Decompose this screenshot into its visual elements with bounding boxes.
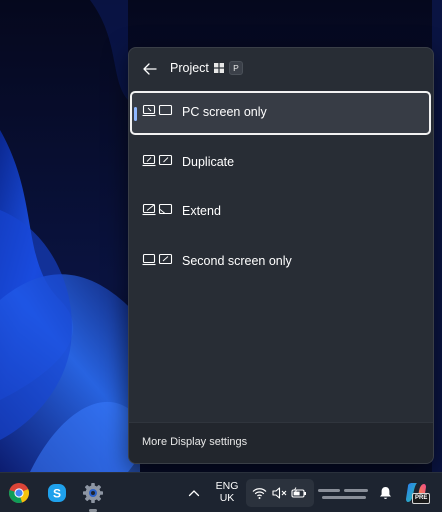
- wifi-icon: [251, 486, 267, 500]
- flyout-footer: More Display settings: [129, 422, 433, 463]
- show-hidden-icons-button[interactable]: [186, 485, 202, 501]
- taskbar-app-chrome[interactable]: [7, 481, 31, 505]
- taskbar: S ENG UK PRE: [0, 472, 442, 512]
- shortcut-key-badge: P: [229, 61, 243, 75]
- taskbar-app-skype[interactable]: S: [45, 481, 69, 505]
- second-screen-only-icon: [142, 253, 173, 266]
- more-display-settings-link[interactable]: More Display settings: [142, 436, 247, 448]
- option-label: Extend: [182, 204, 221, 218]
- option-pc-screen-only[interactable]: PC screen only: [130, 91, 431, 135]
- chevron-up-icon: [188, 490, 200, 497]
- back-button[interactable]: [139, 59, 161, 79]
- extend-icon: [142, 203, 173, 216]
- option-label: Second screen only: [182, 254, 292, 268]
- battery-icon: [291, 486, 307, 500]
- pc-screen-only-icon: [142, 104, 173, 117]
- bell-icon: [379, 487, 391, 500]
- settings-icon: [83, 483, 103, 503]
- language-code: ENG: [215, 480, 239, 492]
- preview-badge: PRE: [412, 493, 431, 504]
- quick-settings-button[interactable]: [246, 479, 314, 507]
- language-region: UK: [219, 492, 235, 504]
- option-second-screen-only[interactable]: Second screen only: [130, 240, 431, 284]
- project-flyout: Project P PC screen only Duplicate Exten…: [128, 47, 434, 464]
- notifications-button[interactable]: [377, 485, 393, 501]
- windows-key-icon: [213, 62, 225, 74]
- flyout-title: Project: [170, 61, 209, 75]
- language-indicator[interactable]: ENG UK: [214, 480, 240, 504]
- clock-area[interactable]: [318, 487, 370, 501]
- svg-text:S: S: [53, 487, 61, 501]
- chrome-icon: [9, 483, 30, 503]
- taskbar-app-settings[interactable]: [81, 481, 105, 505]
- duplicate-icon: [142, 154, 173, 167]
- option-label: Duplicate: [182, 155, 235, 169]
- flyout-header: Project P: [129, 48, 433, 90]
- volume-muted-icon: [271, 486, 287, 500]
- desktop: Project P PC screen only Duplicate Exten…: [0, 0, 442, 512]
- option-extend[interactable]: Extend: [130, 190, 431, 234]
- option-label: PC screen only: [182, 105, 267, 119]
- option-duplicate[interactable]: Duplicate: [130, 141, 431, 185]
- back-arrow-icon: [143, 63, 157, 75]
- skype-icon: S: [48, 484, 66, 502]
- selection-indicator: [134, 107, 137, 121]
